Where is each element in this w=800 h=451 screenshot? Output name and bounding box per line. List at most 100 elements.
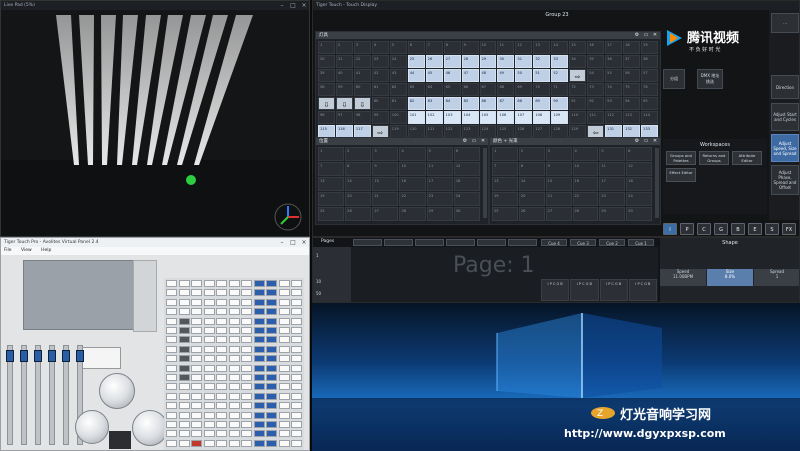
console-key[interactable] [253, 421, 265, 428]
console-key[interactable] [278, 402, 290, 410]
palette-slot[interactable]: 27 [545, 207, 572, 221]
palette-slot[interactable]: 24 [626, 192, 652, 206]
panel-gear-icon[interactable]: ⚙ [634, 32, 640, 41]
console-key[interactable] [191, 430, 202, 438]
shape-spread[interactable]: Spread 1 [754, 269, 799, 286]
console-key[interactable] [166, 298, 177, 306]
fixture-slot[interactable]: 62 [389, 83, 407, 96]
fixture-slot[interactable]: 93 [605, 97, 623, 110]
console-key[interactable] [216, 364, 227, 372]
console-key[interactable] [191, 374, 202, 381]
console-key[interactable] [216, 317, 227, 325]
fixture-slot[interactable]: 65 [443, 83, 461, 96]
trackball-block[interactable] [109, 431, 131, 449]
palette-slot[interactable]: 22 [572, 192, 599, 206]
fixture-handle[interactable]: 45 [425, 69, 443, 82]
attribute-tab-e[interactable]: E [748, 223, 762, 235]
console-key[interactable] [266, 308, 277, 316]
fixture-slot[interactable]: 68 [497, 83, 515, 96]
cue-button[interactable]: Cue 1 [628, 239, 654, 246]
fixture-slot[interactable]: 21 [335, 55, 353, 68]
console-key[interactable] [291, 421, 302, 428]
console-key[interactable] [178, 317, 190, 325]
fixture-slot[interactable]: 6 [407, 41, 425, 54]
console-key[interactable] [178, 289, 190, 297]
palette-slot[interactable]: 5 [426, 147, 453, 161]
fixture-handle[interactable]: 90 [551, 97, 569, 110]
console-key[interactable] [253, 308, 265, 316]
console-key[interactable] [228, 374, 240, 381]
fixture-handle[interactable]: 51 [533, 69, 551, 82]
palette-slot[interactable]: 13 [492, 177, 518, 191]
cue-button[interactable]: Cue 3 [570, 239, 596, 246]
fixture-slot[interactable]: 71 [551, 83, 569, 96]
console-key[interactable] [228, 280, 240, 287]
console-key[interactable] [291, 308, 302, 316]
page-tab[interactable] [508, 239, 537, 246]
fixture-slot[interactable]: 94 [623, 97, 641, 110]
maximize-icon[interactable]: □ [290, 1, 296, 10]
palette-slot[interactable]: 1 [492, 147, 518, 161]
console-key[interactable] [291, 430, 302, 438]
fixture-slot[interactable]: 15 [569, 41, 587, 54]
console-key[interactable] [178, 355, 190, 363]
console-key[interactable] [216, 374, 227, 381]
console-key[interactable] [178, 298, 190, 306]
console-key[interactable] [241, 374, 252, 381]
fixture-slot[interactable]: 112 [605, 111, 623, 124]
palette-slot[interactable]: 1 [318, 147, 345, 161]
console-key[interactable] [166, 336, 177, 344]
palette-slot[interactable]: 29 [599, 207, 626, 221]
console-key[interactable] [241, 392, 252, 400]
console-key[interactable] [291, 298, 302, 306]
console-key[interactable] [291, 402, 302, 410]
fixture-slot[interactable]: 56 [623, 69, 641, 82]
console-key[interactable] [228, 402, 240, 410]
palette-slot[interactable]: 14 [345, 177, 372, 191]
fixture-slot[interactable]: 57 [641, 69, 658, 82]
fixture-slot[interactable]: 18 [623, 41, 641, 54]
console-key[interactable] [266, 364, 277, 372]
fixture-slot[interactable]: 41 [353, 69, 371, 82]
console-key[interactable] [253, 364, 265, 372]
fader-cap[interactable] [20, 350, 28, 362]
console-key[interactable] [228, 327, 240, 334]
console-key[interactable] [241, 280, 252, 287]
console-key[interactable] [278, 345, 290, 353]
console-key[interactable] [178, 336, 190, 344]
console-key[interactable] [203, 374, 215, 381]
console-key[interactable] [228, 336, 240, 344]
fixture-handle[interactable]: 29 [479, 55, 497, 68]
console-key[interactable] [166, 308, 177, 316]
palette-slot[interactable]: 22 [399, 192, 426, 206]
console-key[interactable] [191, 355, 202, 363]
console-key[interactable] [203, 439, 215, 447]
console-key[interactable] [253, 289, 265, 297]
fixture-slot[interactable]: 5 [389, 41, 407, 54]
panel-close-icon[interactable]: ✕ [652, 138, 658, 147]
arrow-down-button[interactable]: ⇩ [335, 97, 353, 110]
fixture-handle[interactable]: 32 [533, 55, 551, 68]
selected-fixture-dot[interactable] [186, 175, 196, 185]
direction-button[interactable]: Direction [771, 75, 799, 99]
console-key[interactable] [241, 317, 252, 325]
console-key[interactable] [216, 392, 227, 400]
console-key[interactable] [228, 411, 240, 419]
fixture-handle[interactable]: 48 [479, 69, 497, 82]
console-key[interactable] [291, 345, 302, 353]
palette-slot[interactable]: 30 [453, 207, 480, 221]
encoder-wheel-a[interactable] [99, 373, 135, 409]
fixture-slot[interactable]: 38 [641, 55, 658, 68]
palette-slot[interactable]: 29 [426, 207, 453, 221]
console-key[interactable] [178, 392, 190, 400]
side-button-top[interactable]: ⋯ [771, 13, 799, 33]
palette-slot[interactable]: 16 [572, 177, 599, 191]
console-key[interactable] [266, 421, 277, 428]
console-key[interactable] [203, 336, 215, 344]
fixture-handle[interactable]: 103 [443, 111, 461, 124]
console-key[interactable] [203, 317, 215, 325]
console-key[interactable] [266, 383, 277, 391]
console-key[interactable] [166, 411, 177, 419]
palette-slot[interactable]: 12 [453, 162, 480, 176]
console-key[interactable] [191, 402, 202, 410]
